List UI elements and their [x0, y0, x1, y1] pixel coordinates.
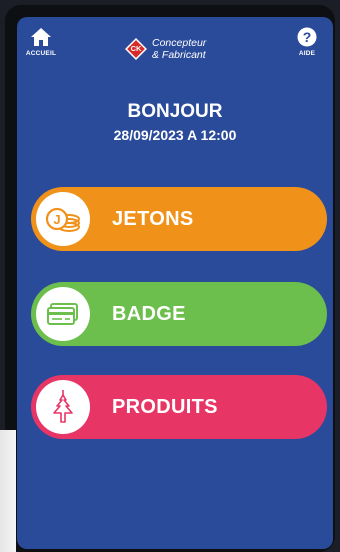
home-button[interactable]: ACCUEIL	[19, 27, 63, 73]
card-icon	[47, 303, 78, 325]
badge-button[interactable]: BADGE	[31, 282, 327, 346]
background-edge	[0, 430, 16, 552]
greeting-title: BONJOUR	[127, 101, 223, 122]
top-bar: ACCUEIL CK Concepteur & Fabricant ? AIDE	[17, 17, 333, 77]
kiosk-screen: ACCUEIL CK Concepteur & Fabricant ? AIDE…	[17, 17, 333, 549]
produits-label: PRODUITS	[112, 395, 218, 418]
brand-line-2: & Fabricant	[152, 49, 206, 61]
svg-text:?: ?	[303, 29, 312, 45]
brand-badge-text: CK	[130, 44, 142, 53]
home-icon	[31, 28, 51, 46]
jetons-button[interactable]: J JETONS	[31, 187, 327, 251]
home-label: ACCUEIL	[25, 50, 57, 57]
air-freshener-icon	[53, 390, 73, 423]
brand-line-1: Concepteur	[152, 37, 207, 49]
help-label: AIDE	[298, 50, 316, 57]
brand-tagline: Concepteur & Fabricant	[152, 37, 206, 61]
badge-label: BADGE	[112, 302, 186, 325]
badge-icon-circle	[36, 287, 90, 341]
brand-logo: CK Concepteur & Fabricant	[125, 31, 245, 67]
brand-badge: CK	[125, 38, 147, 60]
date-time: 28/09/2023 A 12:00	[113, 127, 237, 143]
produits-button[interactable]: PRODUITS	[31, 375, 327, 439]
device-frame: ACCUEIL CK Concepteur & Fabricant ? AIDE…	[5, 5, 335, 552]
produits-icon-circle	[36, 380, 90, 434]
jetons-icon-circle: J	[36, 192, 90, 246]
help-icon: ?	[297, 27, 317, 47]
jetons-label: JETONS	[112, 207, 194, 230]
help-button[interactable]: ? AIDE	[285, 27, 329, 73]
tokens-icon: J	[45, 207, 80, 232]
svg-text:J: J	[53, 212, 60, 227]
